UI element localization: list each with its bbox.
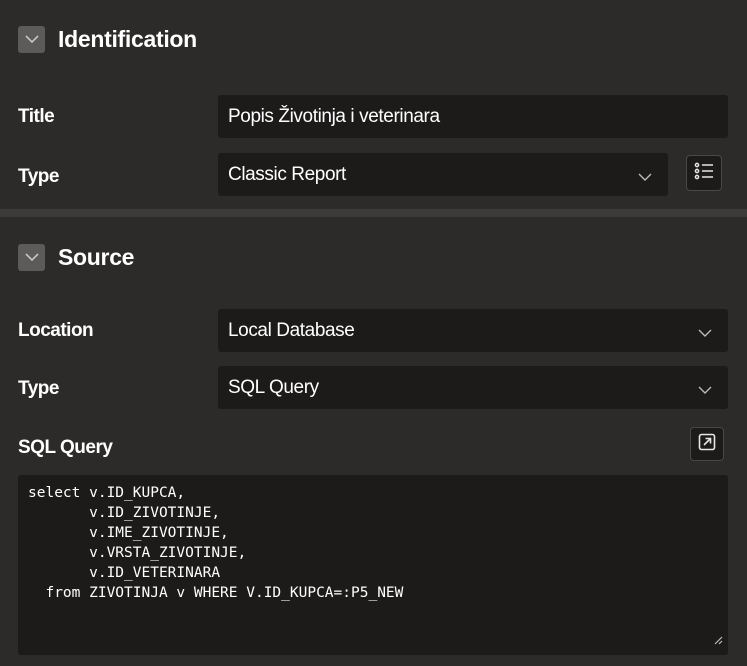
identification-section-title: Identification	[58, 25, 197, 52]
region-type-select[interactable]: Classic Report	[218, 153, 668, 196]
section-divider	[0, 209, 747, 217]
sql-query-text: select v.ID_KUPCA, v.ID_ZIVOTINJE, v.IME…	[28, 485, 404, 601]
chevron-down-icon	[638, 166, 652, 188]
chevron-down-icon[interactable]	[18, 25, 45, 53]
location-label: Location	[18, 320, 94, 341]
source-type-label: Type	[18, 378, 59, 399]
title-input[interactable]: Popis Životinja i veterinara	[218, 95, 728, 138]
resize-handle-icon[interactable]	[713, 632, 723, 650]
chevron-down-icon	[698, 379, 712, 401]
title-label: Title	[18, 106, 55, 127]
chevron-down-icon[interactable]	[18, 243, 45, 271]
source-type-select[interactable]: SQL Query	[218, 366, 728, 409]
source-section-header[interactable]: Source	[0, 220, 747, 294]
identification-section-header[interactable]: Identification	[0, 2, 747, 76]
expand-editor-icon	[698, 433, 716, 456]
list-options-button[interactable]	[686, 155, 722, 191]
region-type-label: Type	[18, 166, 59, 187]
sql-query-editor[interactable]: select v.ID_KUPCA, v.ID_ZIVOTINJE, v.IME…	[18, 475, 728, 655]
location-select[interactable]: Local Database	[218, 309, 728, 352]
source-type-value: SQL Query	[228, 376, 319, 398]
region-type-value: Classic Report	[228, 163, 346, 185]
sql-query-label: SQL Query	[18, 437, 113, 458]
source-section-title: Source	[58, 243, 135, 270]
location-value: Local Database	[228, 319, 355, 341]
list-options-icon	[694, 161, 714, 186]
chevron-down-icon	[698, 322, 712, 344]
expand-editor-button[interactable]	[690, 427, 724, 461]
